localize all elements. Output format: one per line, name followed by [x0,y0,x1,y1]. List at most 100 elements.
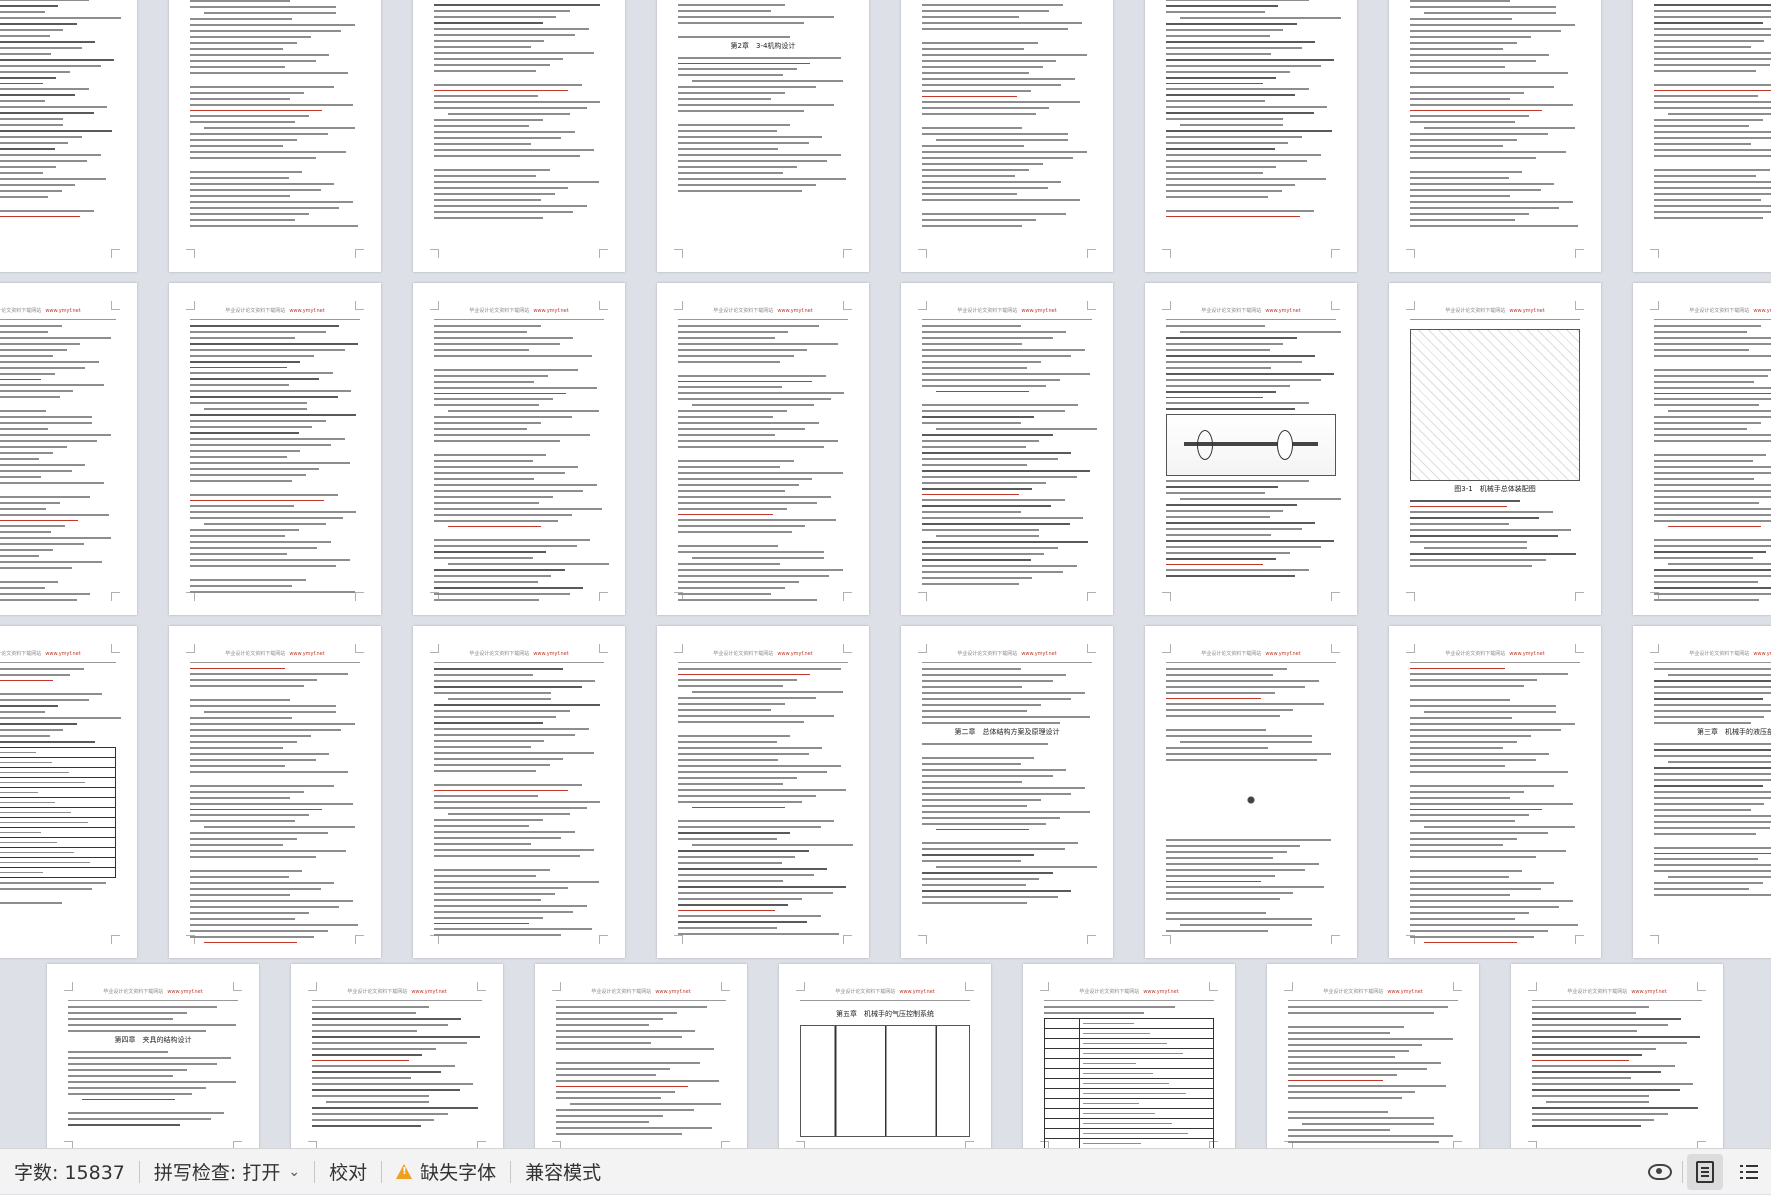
page-thumbnail[interactable] [0,0,137,272]
word-count-label: 字数: 15837 [14,1162,125,1184]
page-thumbnail[interactable]: 毕业设计论文资料下载网站www.ymyf.net [535,964,747,1148]
text-line [434,881,599,883]
text-line [1410,225,1579,227]
text-line [678,525,806,527]
page-body [190,325,360,595]
page-thumbnail[interactable]: 毕业设计论文资料下载网站www.ymyf.net [657,626,869,958]
table-cell [1045,1029,1080,1038]
text-line [434,581,538,583]
text-line [1166,355,1316,357]
page-thumbnail[interactable]: 毕业设计论文资料下载网站www.ymyf.net [1145,283,1357,615]
page-thumbnail[interactable]: 毕业设计论文资料下载网站www.ymyf.net [169,626,381,958]
text-line [0,705,59,707]
page-thumbnail[interactable] [413,0,625,272]
text-line [1654,58,1771,60]
text-line [0,83,43,84]
text-line [1654,809,1751,811]
text-line [1410,918,1516,920]
page-thumbnail[interactable]: 毕业设计论文资料下载网站www.ymyf.net [1023,964,1235,1148]
page-thumbnail[interactable] [901,0,1113,272]
page-thumbnail[interactable]: 第2章 3-4机构设计 [657,0,869,272]
page-thumbnail[interactable]: 毕业设计论文资料下载网站www.ymyf.net [1267,964,1479,1148]
text-line [678,898,802,900]
text-line [434,692,552,694]
page-thumbnail[interactable]: 毕业设计论文资料下载网站www.ymyf.net [1633,283,1771,615]
text-line [556,1074,657,1076]
text-line [0,717,121,719]
table-row [1045,1139,1213,1148]
text-line [190,30,342,32]
compat-mode-indicator[interactable]: 兼容模式 [511,1156,615,1188]
page-thumbnail[interactable]: 毕业设计论文资料下载网站www.ymyf.net [0,626,137,958]
page-view-button[interactable] [1687,1153,1723,1190]
page-header-watermark: www.ymyf.net [289,651,325,657]
text-line [1410,529,1572,531]
text-line [1166,23,1297,25]
page-thumbnail[interactable]: 毕业设计论文资料下载网站www.ymyf.net [413,626,625,958]
reading-mode-button[interactable] [1642,1154,1678,1190]
text-line [190,809,323,810]
outline-view-button[interactable] [1731,1154,1767,1190]
page-thumbnail[interactable] [1145,0,1357,272]
missing-font-button[interactable]: 缺失字体 [382,1156,510,1188]
proofread-button[interactable]: 校对 [315,1156,381,1188]
text-line [1654,454,1767,456]
page-thumbnail[interactable]: 毕业设计论文资料下载网站www.ymyf.net [1145,626,1357,958]
page-thumbnail[interactable]: 毕业设计论文资料下载网站www.ymyf.net [413,283,625,615]
text-line [1532,1060,1629,1061]
text-line [1410,876,1509,878]
text-line [190,912,309,914]
page-thumbnail[interactable]: 毕业设计论文资料下载网站 www.ymyf.net 第五章 机械手的气压控制系统 [779,964,991,1148]
page-thumbnail[interactable]: 毕业设计论文资料下载网站www.ymyf.net 第三章 机械手的液压部分 [1633,626,1771,958]
text-line [1166,94,1296,96]
text-line [1288,1038,1453,1040]
text-line [190,480,292,482]
text-line [1082,1053,1184,1054]
page-thumbnail[interactable]: 毕业设计论文资料下载网站www.ymyf.net [901,283,1113,615]
word-count[interactable]: 字数: 15837 [0,1156,139,1188]
page-thumbnail[interactable]: 毕业设计论文资料下载网站www.ymyf.net [0,283,137,615]
text-line [0,792,39,793]
page-header-text: 毕业设计论文资料下载网站 [1445,651,1506,657]
text-line [190,133,328,135]
text-line [1166,480,1309,482]
page-thumbnail[interactable]: 毕业设计论文资料下载网站www.ymyf.net [657,283,869,615]
page-thumbnail[interactable] [169,0,381,272]
text-line [678,795,816,797]
text-line [1654,131,1771,133]
page-thumbnail[interactable]: 毕业设计论文资料下载网站 www.ymyf.net 图3-1 机械手总体装配图 [1389,283,1601,615]
text-line [1179,741,1313,743]
document-workspace[interactable]: 第2章 3-4机构设计毕业设计论文资料下载网站www.ymyf.net毕业设计论… [0,0,1771,1148]
text-line [1410,98,1511,100]
text-line [678,850,809,852]
page-header: 毕业设计论文资料下载网站www.ymyf.net [1410,650,1580,663]
page-header-watermark: www.ymyf.net [533,308,569,314]
text-line [678,753,809,755]
text-line [922,547,1058,549]
table-cell [0,828,115,837]
text-line [922,410,1065,412]
page-thumbnail[interactable]: 毕业设计论文资料下载网站www.ymyf.net [291,964,503,1148]
text-line [1654,484,1771,486]
page-thumbnail[interactable] [1633,0,1771,272]
text-line [0,379,42,380]
page-thumbnail[interactable]: 毕业设计论文资料下载网站www.ymyf.net [1389,626,1601,958]
text-line [1166,379,1321,381]
text-line [678,502,818,504]
text-line [678,375,826,377]
page-thumbnail[interactable]: 毕业设计论文资料下载网站www.ymyf.net [1511,964,1723,1148]
text-line [434,539,591,541]
page-thumbnail[interactable]: 毕业设计论文资料下载网站 www.ymyf.net 第二章 总体结构方案及原理设计 [901,626,1113,958]
text-line [1082,1093,1186,1094]
page-thumbnail[interactable]: 毕业设计论文资料下载网站www.ymyf.net [169,283,381,615]
page-body: 第2章 3-4机构设计 [678,0,848,252]
text-line [190,432,299,434]
text-line [1410,838,1518,840]
text-line [1423,127,1575,129]
page-thumbnail[interactable]: 毕业设计论文资料下载网站 www.ymyf.net 第四章 夹具的结构设计 [47,964,259,1148]
page-thumbnail[interactable] [1389,0,1601,272]
spell-check-toggle[interactable]: 拼写检查: 打开 ⌄ [140,1156,314,1188]
